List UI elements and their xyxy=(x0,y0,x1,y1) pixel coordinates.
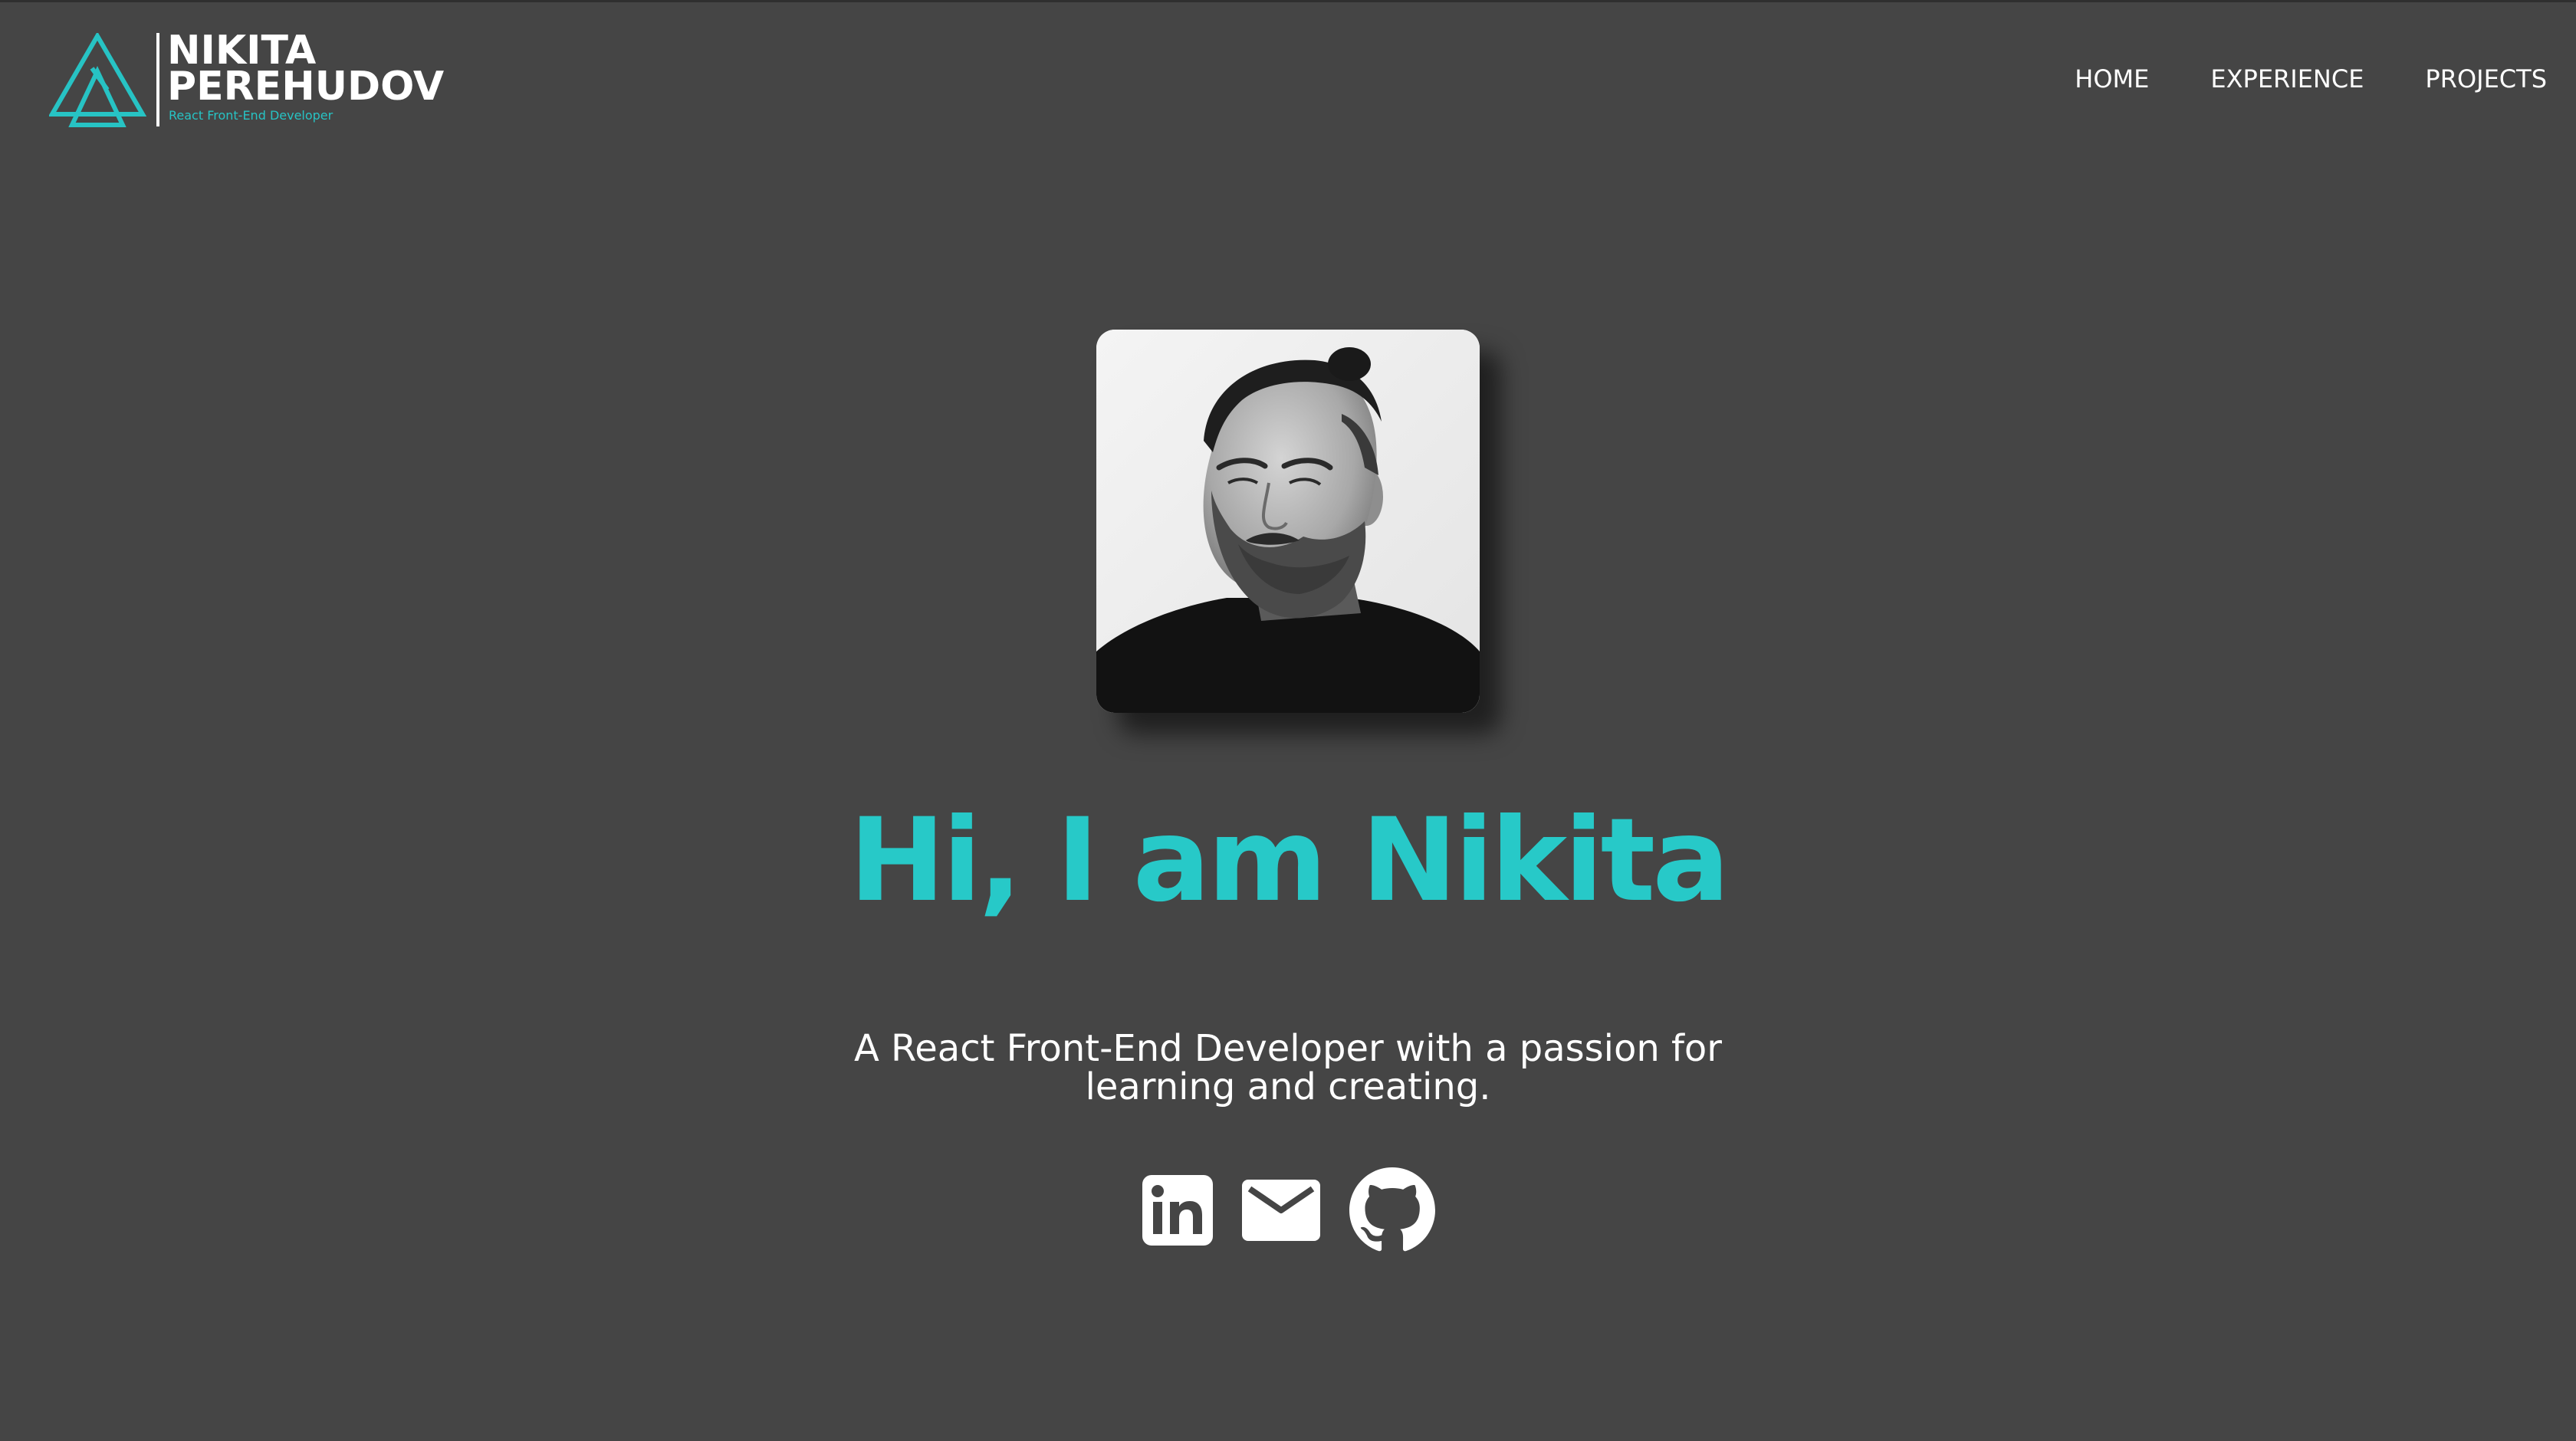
triangle-logo-icon xyxy=(49,33,147,127)
linkedin-link[interactable] xyxy=(1142,1175,1213,1246)
hero-title: Hi, I am Nikita xyxy=(849,794,1730,927)
github-link[interactable] xyxy=(1349,1167,1435,1253)
site-logo[interactable]: NIKITA PEREHUDOV React Front-End Develop… xyxy=(49,31,445,128)
github-icon xyxy=(1349,1167,1435,1252)
logo-text: NIKITA PEREHUDOV React Front-End Develop… xyxy=(167,31,445,123)
logo-name-last: PEREHUDOV xyxy=(167,64,445,110)
logo-divider xyxy=(156,33,159,126)
page: NIKITA PEREHUDOV React Front-End Develop… xyxy=(0,0,2576,1441)
profile-photo-illustration xyxy=(1096,330,1480,713)
profile-photo xyxy=(1096,330,1480,713)
nav-item-experience[interactable]: EXPERIENCE xyxy=(2210,64,2364,94)
hero-subtitle: A React Front-End Developer with a passi… xyxy=(853,1027,1723,1108)
logo-tagline: React Front-End Developer xyxy=(169,108,334,123)
nav-item-projects[interactable]: PROJECTS xyxy=(2425,64,2547,94)
main-nav: HOME EXPERIENCE PROJECTS xyxy=(2075,64,2547,94)
social-links xyxy=(1142,1167,1435,1253)
email-link[interactable] xyxy=(1242,1180,1320,1241)
nav-item-home[interactable]: HOME xyxy=(2075,64,2149,94)
email-icon xyxy=(1242,1180,1320,1241)
linkedin-icon xyxy=(1142,1175,1213,1246)
